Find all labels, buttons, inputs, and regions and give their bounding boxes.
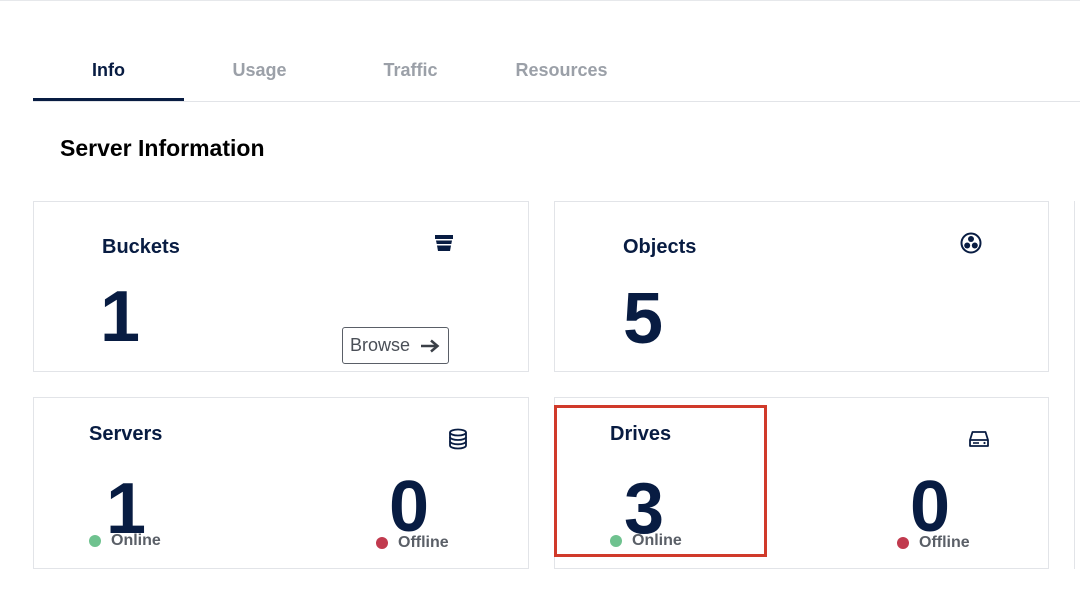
database-icon xyxy=(446,427,470,451)
tab-bar: Info Usage Traffic Resources xyxy=(33,40,1080,102)
servers-online-status: Online xyxy=(89,532,161,550)
tab-resources[interactable]: Resources xyxy=(486,40,637,100)
buckets-card: Buckets 1 Browse xyxy=(33,201,529,372)
section-title: Server Information xyxy=(60,135,265,161)
offline-dot xyxy=(897,537,909,549)
online-label: Online xyxy=(111,532,161,549)
buckets-title: Buckets xyxy=(102,236,180,258)
hard-drive-icon xyxy=(967,427,991,451)
arrow-right-icon xyxy=(421,339,440,352)
offline-dot xyxy=(376,537,388,549)
drives-offline-count: 0 xyxy=(910,467,951,547)
objects-card: Objects 5 xyxy=(554,201,1049,372)
tab-traffic[interactable]: Traffic xyxy=(335,40,486,100)
bucket-icon xyxy=(432,231,456,255)
objects-icon xyxy=(959,231,983,255)
offline-label: Offline xyxy=(398,534,449,551)
online-dot xyxy=(89,535,101,547)
next-card-edge xyxy=(1074,201,1080,569)
online-label: Online xyxy=(632,532,682,549)
buckets-count: 1 xyxy=(100,277,141,357)
objects-count: 5 xyxy=(623,279,664,359)
drives-online-status: Online xyxy=(610,532,682,550)
top-border xyxy=(0,0,1080,1)
servers-offline-count: 0 xyxy=(389,467,430,547)
browse-button[interactable]: Browse xyxy=(342,327,449,364)
servers-card: Servers 1 Online 0 Offline xyxy=(33,397,529,569)
drives-card: Drives 3 Online 0 Offline xyxy=(554,397,1049,569)
online-dot xyxy=(610,535,622,547)
offline-label: Offline xyxy=(919,534,970,551)
objects-title: Objects xyxy=(623,236,697,258)
drives-offline-status: Offline xyxy=(897,534,970,552)
servers-title: Servers xyxy=(89,423,163,445)
servers-offline-status: Offline xyxy=(376,534,449,552)
tab-info[interactable]: Info xyxy=(33,40,184,101)
drives-title: Drives xyxy=(610,423,672,445)
tab-usage[interactable]: Usage xyxy=(184,40,335,100)
browse-label: Browse xyxy=(350,335,411,355)
